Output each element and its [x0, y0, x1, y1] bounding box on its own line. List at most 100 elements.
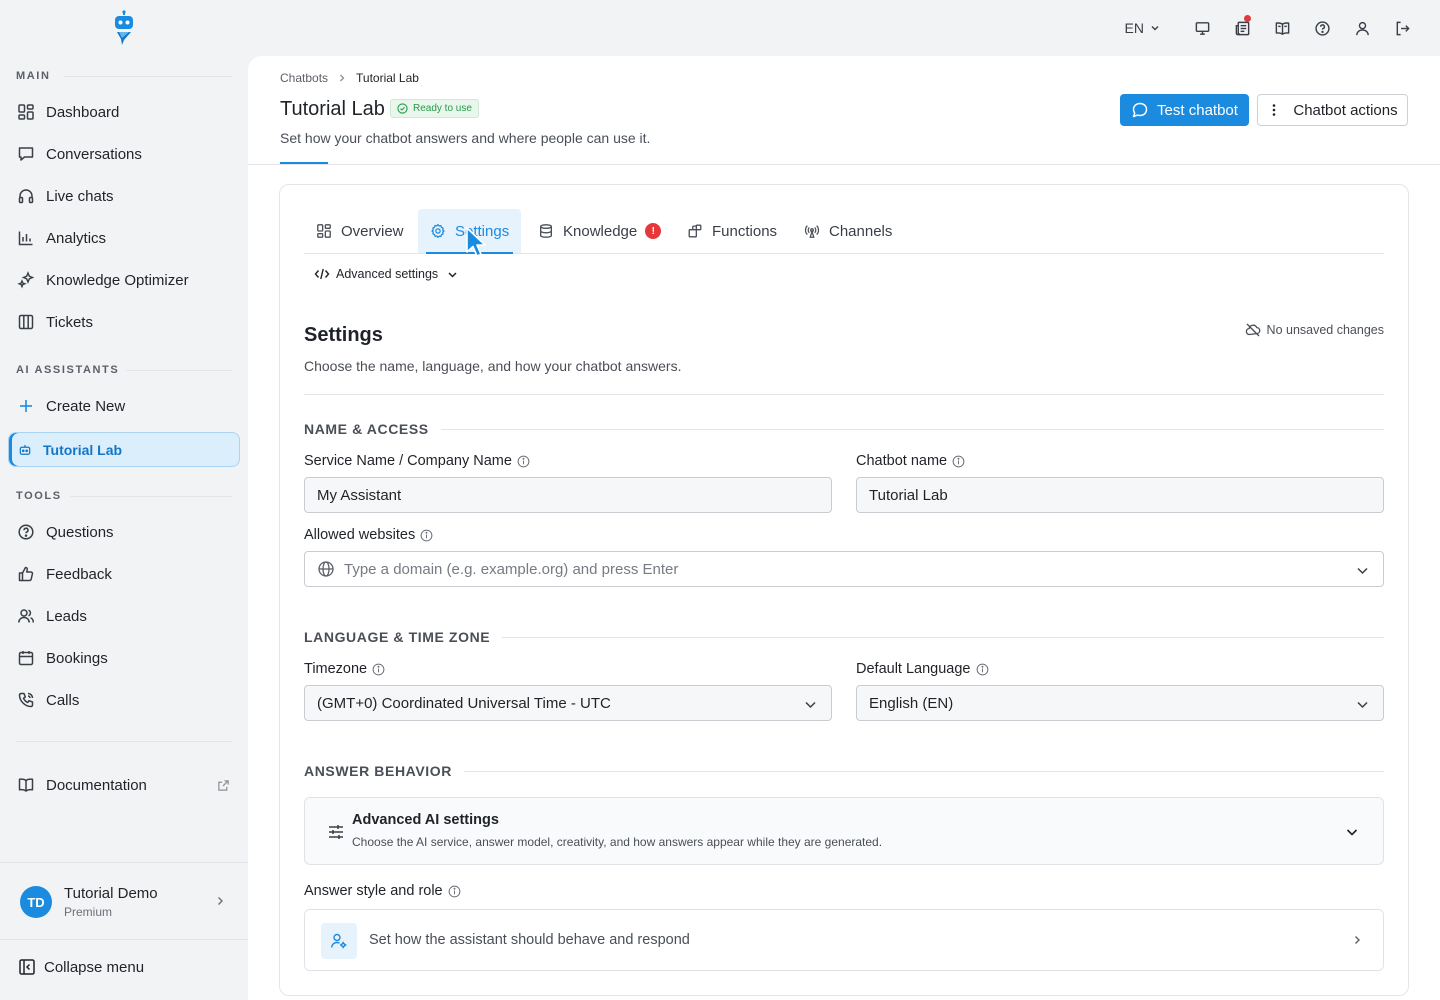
tab-knowledge[interactable]: Knowledge !: [526, 209, 673, 253]
field-label-text: Service Name / Company Name: [304, 453, 512, 469]
timezone-select[interactable]: (GMT+0) Coordinated Universal Time - UTC: [304, 685, 832, 721]
database-icon: [540, 224, 552, 238]
headset-icon: [18, 189, 34, 204]
breadcrumb-chatbots[interactable]: Chatbots: [280, 71, 328, 85]
service-name-input[interactable]: [304, 477, 832, 513]
sidebar-item-tickets[interactable]: Tickets: [8, 305, 240, 339]
default-language-select[interactable]: English (EN): [856, 685, 1384, 721]
user-profile[interactable]: TD Tutorial Demo Premium: [20, 884, 230, 920]
answer-style-prompt: Set how the assistant should behave and …: [369, 932, 690, 948]
sidebar-item-leads[interactable]: Leads: [8, 599, 240, 633]
sidebar-item-dashboard[interactable]: Dashboard: [8, 95, 240, 129]
info-icon[interactable]: [448, 885, 461, 898]
section-divider: [64, 76, 232, 77]
info-icon[interactable]: [517, 455, 530, 468]
tab-channels[interactable]: Channels: [792, 209, 904, 253]
user-info: Tutorial Demo Premium: [64, 885, 158, 919]
info-icon[interactable]: [952, 455, 965, 468]
sidebar-item-label: Documentation: [46, 776, 147, 794]
info-icon[interactable]: [420, 529, 433, 542]
page-title: Tutorial Lab: [280, 98, 385, 120]
header-accent-underline: [280, 162, 328, 164]
plus-icon: [20, 400, 32, 412]
profile-button[interactable]: [1342, 14, 1382, 42]
sidebar-item-bookings[interactable]: Bookings: [8, 641, 240, 675]
sidebar-item-knowledge-optimizer[interactable]: Knowledge Optimizer: [8, 263, 240, 297]
allowed-websites-input[interactable]: Type a domain (e.g. example.org) and pre…: [304, 551, 1384, 587]
status-badge: Ready to use: [390, 99, 479, 118]
chevron-down-icon[interactable]: [1356, 564, 1369, 577]
info-icon[interactable]: [976, 663, 989, 676]
help-button[interactable]: [1302, 14, 1342, 42]
chatbot-actions-button[interactable]: Chatbot actions: [1257, 94, 1408, 126]
language-selector[interactable]: EN: [1125, 20, 1160, 36]
chatbot-name-input[interactable]: [856, 477, 1384, 513]
field-label-text: Timezone: [304, 661, 368, 677]
bar-chart-icon: [18, 231, 33, 246]
chevron-right-icon: [1355, 936, 1360, 944]
sidebar-item-label: Create New: [46, 397, 126, 415]
timezone-label: Timezone: [304, 661, 385, 677]
sidebar-item-label: Dashboard: [46, 103, 120, 121]
advanced-ai-settings-panel[interactable]: Advanced AI settings Choose the AI servi…: [304, 797, 1384, 865]
tab-label: Channels: [829, 222, 893, 240]
chevron-down-icon: [1357, 701, 1368, 709]
tab-functions[interactable]: Functions: [675, 209, 789, 253]
news-button[interactable]: [1222, 14, 1262, 42]
section-divider: [16, 741, 232, 742]
sidebar-item-documentation[interactable]: Documentation: [8, 768, 240, 802]
tab-label: Functions: [712, 222, 778, 240]
sidebar-item-label: Leads: [46, 607, 87, 625]
chat-bubble-icon: [1132, 102, 1148, 118]
section-title: Settings: [304, 324, 383, 346]
logout-button[interactable]: [1382, 14, 1422, 42]
sliders-icon: [329, 825, 343, 839]
answer-style-label: Answer style and role: [304, 883, 461, 899]
tab-overview[interactable]: Overview: [304, 209, 416, 253]
sidebar-item-feedback[interactable]: Feedback: [8, 557, 240, 591]
sidebar-item-live-chats[interactable]: Live chats: [8, 179, 240, 213]
sidebar: MAIN Dashboard Conversations Live chats …: [0, 0, 248, 1000]
top-bar: EN: [1125, 14, 1422, 42]
page-subtitle: Set how your chatbot answers and where p…: [280, 130, 651, 146]
group-heading-label: ANSWER BEHAVIOR: [304, 763, 452, 779]
dashboard-icon: [18, 104, 34, 120]
monitor-button[interactable]: [1182, 14, 1222, 42]
sidebar-item-label: Questions: [46, 523, 114, 541]
warning-badge: !: [645, 223, 662, 239]
calendar-icon: [18, 651, 34, 666]
group-heading-answer-behavior: ANSWER BEHAVIOR: [304, 763, 1384, 779]
sidebar-item-questions[interactable]: Questions: [8, 515, 240, 549]
users-icon: [18, 609, 35, 623]
tab-settings[interactable]: Settings: [418, 209, 522, 254]
notification-dot: [1244, 15, 1251, 22]
tab-label: Knowledge: [563, 222, 638, 240]
phone-icon: [18, 692, 34, 708]
user-icon: [1355, 21, 1369, 35]
field-label-text: Chatbot name: [856, 453, 948, 469]
info-icon[interactable]: [372, 663, 385, 676]
main-panel: Chatbots Tutorial Lab Tutorial Lab Ready…: [248, 56, 1440, 1000]
collapse-menu-button[interactable]: Collapse menu: [18, 958, 144, 976]
check-circle-icon: [397, 103, 408, 114]
answer-style-row[interactable]: Set how the assistant should behave and …: [304, 909, 1384, 971]
columns-icon: [18, 314, 34, 330]
sidebar-item-create-new[interactable]: Create New: [8, 389, 240, 423]
sidebar-item-tutorial-lab[interactable]: Tutorial Lab: [8, 432, 240, 467]
advanced-settings-toggle[interactable]: Advanced settings: [314, 267, 458, 281]
test-chatbot-button[interactable]: Test chatbot: [1120, 94, 1249, 126]
sidebar-item-conversations[interactable]: Conversations: [8, 137, 240, 171]
default-language-value: English (EN): [869, 694, 954, 712]
settings-card: Overview Settings Knowledge ! Functions …: [279, 184, 1409, 996]
cloud-icon: [1245, 323, 1260, 337]
app-logo[interactable]: [112, 10, 136, 46]
tab-bar: Overview Settings Knowledge ! Functions …: [304, 209, 1384, 254]
user-cog-icon: [331, 933, 347, 949]
sidebar-item-analytics[interactable]: Analytics: [8, 221, 240, 255]
group-heading-line: [440, 428, 1384, 430]
guides-button[interactable]: [1262, 14, 1302, 42]
chatbot-actions-label: Chatbot actions: [1293, 101, 1398, 119]
group-heading-line: [502, 636, 1384, 638]
sidebar-item-calls[interactable]: Calls: [8, 683, 240, 717]
breadcrumb: Chatbots Tutorial Lab: [280, 71, 419, 85]
